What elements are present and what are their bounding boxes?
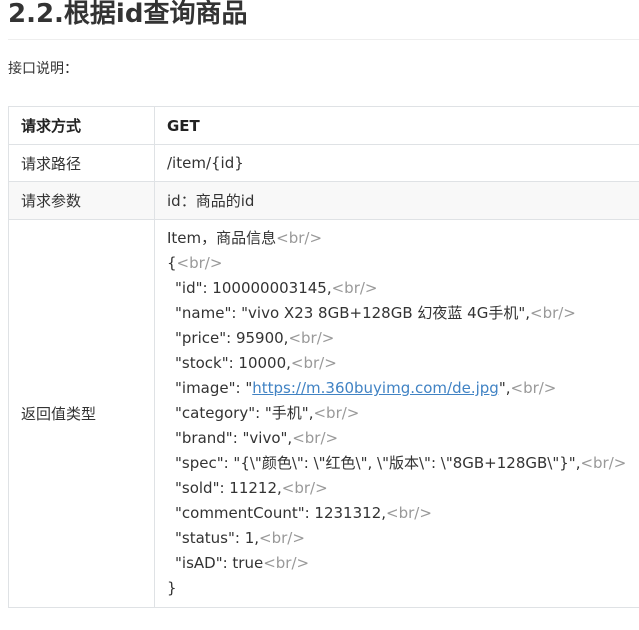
api-table: 请求方式 GET 请求路径 /item/{id} 请求参数 id：商品的id 返… [8, 106, 639, 608]
method-key: 请求方式 [8, 106, 155, 145]
code-line: "sold": 11212,<br/> [175, 479, 328, 497]
return-type-value: Item，商品信息<br/> {<br/> "id": 100000003145… [154, 219, 639, 608]
method-value: GET [154, 106, 639, 145]
code-line: "category": "手机",<br/> [175, 404, 360, 422]
code-line: "image": "https://m.360buyimg.com/de.jpg… [175, 379, 557, 397]
params-value: id：商品的id [154, 181, 639, 220]
path-key: 请求路径 [8, 144, 155, 182]
code-line: "price": 95900,<br/> [175, 329, 335, 347]
code-line: } [167, 579, 177, 597]
table-row-return-type: 返回值类型 Item，商品信息<br/> {<br/> "id": 100000… [8, 219, 639, 608]
interface-description: 接口说明： [8, 61, 78, 77]
code-line: "stock": 10000,<br/> [175, 354, 337, 372]
image-url-link[interactable]: https://m.360buyimg.com/de.jpg [252, 379, 499, 397]
code-line: "commentCount": 1231312,<br/> [175, 504, 432, 522]
code-line: Item，商品信息<br/> [167, 229, 323, 247]
return-type-key: 返回值类型 [8, 219, 155, 608]
code-line: "isAD": true<br/> [175, 554, 310, 572]
code-line: {<br/> [167, 254, 223, 272]
code-line: "brand": "vivo",<br/> [175, 429, 339, 447]
title-divider [8, 39, 639, 40]
params-key: 请求参数 [8, 181, 155, 220]
path-value: /item/{id} [154, 144, 639, 182]
table-row-path: 请求路径 /item/{id} [8, 144, 639, 182]
code-line: "spec": "{\"颜色\": \"红色\", \"版本\": \"8GB+… [175, 454, 627, 472]
table-row-params: 请求参数 id：商品的id [8, 181, 639, 220]
table-row-method: 请求方式 GET [8, 106, 639, 145]
code-line: "id": 100000003145,<br/> [175, 279, 378, 297]
code-line: "status": 1,<br/> [175, 529, 305, 547]
code-line: "name": "vivo X23 8GB+128GB 幻夜蓝 4G手机",<b… [175, 304, 576, 322]
page-title: 2.2.根据id查询商品 [8, 0, 248, 29]
